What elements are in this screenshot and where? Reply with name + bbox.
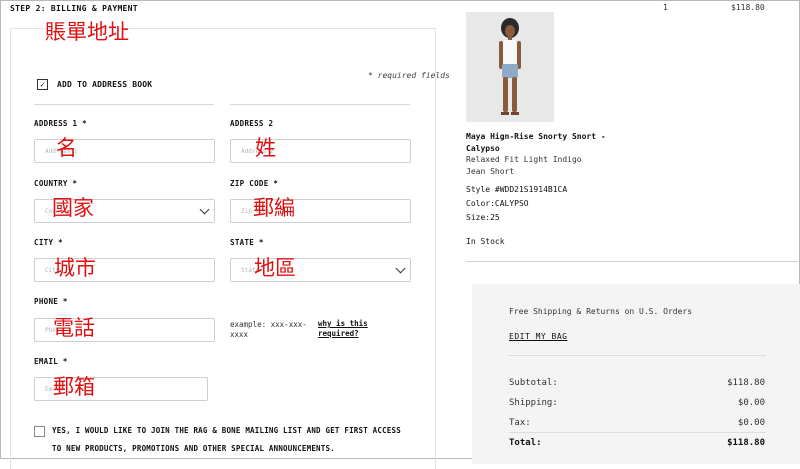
edit-bag-link[interactable]: EDIT MY BAG [509,332,567,341]
annotation-first-name: 名 [56,136,77,160]
cart-quantity: 1 [663,3,668,12]
annotation-country: 國家 [52,196,94,220]
zip-label: ZIP CODE * [230,179,279,188]
divider [466,261,798,262]
annotation-last-name: 姓 [255,136,276,160]
phone-format-hint: example: xxx-xxx-xxxx [230,320,307,339]
add-to-address-book-label: ADD TO ADDRESS BOOK [57,80,153,89]
billing-form-panel [10,28,436,469]
address2-label: ADDRESS 2 [230,119,274,128]
stock-status: In Stock [466,237,505,246]
annotation-city: 城市 [54,256,96,280]
product-color: Color:CALYPSO [466,199,529,208]
country-label: COUNTRY * [34,179,78,188]
divider [34,104,214,105]
annotation-postal-code: 郵編 [253,196,295,220]
phone-label: PHONE * [34,297,68,306]
product-style: Style #WDD21S1914B1CA [466,185,568,194]
divider [508,355,766,356]
annotation-email: 郵箱 [53,375,95,399]
city-label: CITY * [34,238,63,247]
shipping-label: Shipping: [509,398,558,408]
annotation-region: 地區 [254,256,296,280]
product-name[interactable]: Maya Hign-Rise Snorty Snort - Calypso [466,131,616,155]
mailing-list-label: YES, I WOULD LIKE TO JOIN THE RAG & BONE… [52,426,401,453]
total-value: $118.80 [727,438,765,448]
annotation-billing-address: 賬單地址 [45,20,129,44]
add-to-address-book-checkbox[interactable]: ✓ [37,79,48,90]
product-description: Relaxed Fit Light Indigo Jean Short [466,155,582,176]
subtotal-value: $118.80 [727,378,765,388]
mailing-list-checkbox[interactable] [34,426,45,437]
chevron-down-icon [395,263,406,274]
state-label: STATE * [230,238,264,247]
subtotal-label: Subtotal: [509,378,558,388]
annotation-phone: 電話 [53,316,95,340]
shipping-value: $0.00 [737,398,765,408]
tax-value: $0.00 [737,418,765,428]
divider [230,104,410,105]
required-fields-note: * required fields [368,71,450,80]
step-title: STEP 2: BILLING & PAYMENT [10,4,138,13]
shipping-note: Free Shipping & Returns on U.S. Orders [509,307,693,316]
why-required-link[interactable]: why is this required? [318,319,384,339]
chevron-down-icon [199,204,210,215]
divider [508,432,766,433]
cart-price: $118.80 [731,3,765,12]
model-photo-icon [466,12,554,122]
tax-label: Tax: [509,418,531,428]
email-label: EMAIL * [34,357,68,366]
product-size: Size:25 [466,213,500,222]
total-label: Total: [509,438,542,448]
product-image[interactable] [466,12,554,122]
address1-label: ADDRESS 1 * [34,119,87,128]
